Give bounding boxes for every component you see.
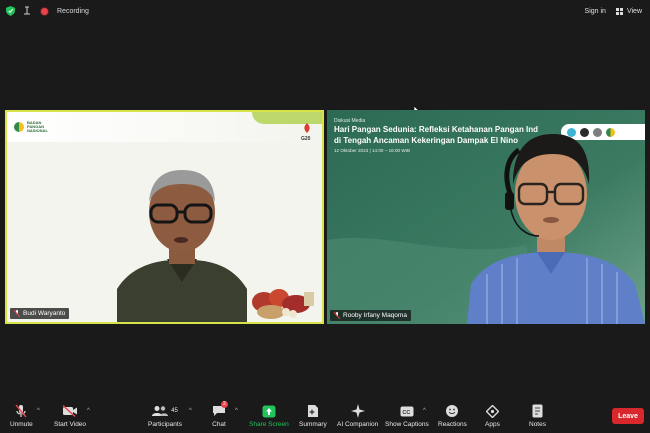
ai-sparkle-icon (350, 404, 365, 418)
recording-dot-icon (40, 6, 49, 16)
participants-options-chevron-icon[interactable]: ^ (189, 408, 192, 414)
participants-button[interactable]: 45 Participants (148, 404, 182, 428)
svg-text:CC: CC (402, 409, 410, 415)
notes-label: Notes (529, 421, 546, 428)
captions-cc-icon: CC (400, 406, 414, 416)
video-options-chevron-icon[interactable]: ^ (87, 408, 90, 414)
video-tile-budi[interactable]: BADAN PANGAN NASIONAL G20 Budi Waryanto (5, 110, 324, 324)
apps-label: Apps (485, 421, 500, 428)
chat-options-chevron-icon[interactable]: ^ (235, 408, 238, 414)
unmute-options-chevron-icon[interactable]: ^ (37, 408, 40, 414)
badan-pangan-emblem-icon (14, 122, 24, 132)
participant-name-tag: Rooby Irfany Maqoma (330, 310, 411, 321)
participant-name-tag: Budi Waryanto (10, 308, 70, 319)
g20-logo-icon: G20 (301, 123, 311, 142)
share-screen-icon (262, 405, 276, 417)
start-video-button[interactable]: Start Video (54, 404, 86, 428)
summary-document-icon (307, 405, 318, 417)
leave-button[interactable]: Leave (612, 408, 644, 424)
participant-name: Budi Waryanto (23, 310, 66, 317)
recording-label[interactable]: Recording (57, 8, 89, 15)
grid-view-icon (615, 8, 623, 15)
mic-muted-icon (334, 312, 340, 319)
badan-pangan-logo: BADAN PANGAN NASIONAL (14, 121, 48, 133)
video-off-icon (62, 405, 78, 417)
participants-icon (152, 406, 169, 416)
apps-icon (485, 404, 499, 418)
food-basket-graphic (252, 289, 314, 319)
reactions-label: Reactions (438, 421, 467, 428)
summary-button[interactable]: Summary (299, 404, 327, 428)
microphone-muted-icon (15, 404, 27, 418)
meeting-toolbar: Unmute ^ Start Video ^ 45 Participants ^ (0, 397, 650, 433)
logo-text-3: NASIONAL (27, 128, 48, 133)
unmute-label: Unmute (10, 421, 33, 428)
share-screen-label: Share Screen (249, 421, 289, 428)
top-bar: Recording Sign in View (0, 0, 650, 24)
apps-button[interactable]: Apps (485, 404, 500, 428)
sign-in-link[interactable]: Sign in (585, 8, 606, 15)
share-screen-button[interactable]: Share Screen (249, 404, 289, 428)
summary-label: Summary (299, 421, 327, 428)
video-tile-rooby[interactable]: Diskusi Media Hari Pangan Sedunia: Refle… (327, 110, 645, 324)
participant-name: Rooby Irfany Maqoma (343, 312, 407, 319)
chat-unread-badge: 2 (221, 401, 228, 408)
view-label: View (626, 8, 642, 15)
participant-video-rooby (467, 134, 645, 324)
captions-options-chevron-icon[interactable]: ^ (423, 408, 426, 414)
view-button[interactable]: View (615, 8, 642, 15)
security-shield-icon[interactable] (6, 6, 15, 16)
chat-label: Chat (212, 421, 226, 428)
participants-count: 45 (171, 408, 178, 414)
svg-text:G20: G20 (301, 136, 311, 142)
reactions-smiley-icon (446, 405, 459, 417)
ai-companion-label: AI Companion (337, 421, 379, 428)
notes-button[interactable]: Notes (529, 404, 546, 428)
participant-video-budi (117, 170, 247, 322)
notes-icon (532, 404, 543, 418)
participants-label: Participants (148, 421, 182, 428)
mic-muted-icon (14, 310, 20, 317)
start-video-label: Start Video (54, 421, 87, 428)
chat-button[interactable]: 2 Chat (212, 401, 228, 428)
show-captions-label: Show Captions (385, 421, 429, 428)
share-status-icon[interactable] (23, 6, 32, 16)
ai-companion-button[interactable]: AI Companion (337, 404, 378, 428)
reactions-button[interactable]: Reactions (438, 404, 467, 428)
unmute-button[interactable]: Unmute (10, 404, 33, 428)
